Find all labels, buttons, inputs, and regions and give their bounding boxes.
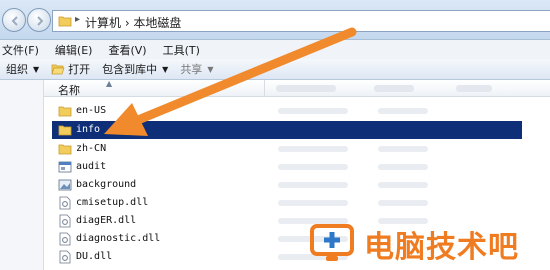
chevron-down-icon: ▼ [207,64,214,74]
chevron-down-icon: ▼ [33,64,40,74]
forward-button[interactable] [27,8,51,32]
folder-icon [58,144,72,155]
organize-label: 组织 [6,63,28,76]
monitor-plus-logo-icon [310,224,354,261]
file-name: zh-CN [76,143,107,154]
file-row[interactable]: audit [52,158,522,176]
file-type-blurred [378,182,428,188]
watermark: 电脑技术吧 [308,218,550,268]
file-name: diagER.dll [76,215,137,226]
file-name: background [76,179,137,190]
watermark-text: 电脑技术吧 [364,230,519,265]
column-size-blurred[interactable] [456,85,492,92]
file-name: info [76,124,101,135]
chevron-down-icon: ▼ [162,64,169,74]
file-type-blurred [378,164,428,170]
file-row[interactable]: en-US [52,102,522,120]
file-type-blurred [378,146,428,152]
navigation-pane[interactable] [0,80,44,270]
column-header: ▲ 名称 [44,79,550,98]
file-name: audit [76,161,107,172]
file-date-blurred [278,164,348,170]
organize-button[interactable]: 组织 ▼ [6,61,39,77]
open-label: 打开 [68,63,91,76]
menu-edit[interactable]: 编辑(E) [55,42,93,58]
file-name: diagnostic.dll [76,233,161,244]
column-date-blurred[interactable] [276,85,336,92]
file-date-blurred [278,200,348,206]
share-label: 共享 [180,63,203,76]
file-type-blurred [378,200,428,206]
breadcrumb-chevron-icon[interactable]: ▸ [75,14,80,25]
open-folder-icon [51,64,65,75]
address-field[interactable]: ▸ 计算机 › 本地磁盘 [52,10,550,32]
menu-tools[interactable]: 工具(T) [163,42,200,58]
breadcrumb[interactable]: 计算机 › 本地磁盘 [85,14,181,31]
dll-file-icon [59,232,71,246]
file-row-selected[interactable]: info [52,121,522,139]
file-name: cmisetup.dll [76,197,149,208]
folder-icon [58,16,72,27]
dll-file-icon [59,250,71,264]
file-date-blurred [278,146,348,152]
image-file-icon [58,179,72,191]
open-button[interactable]: 打开 [51,61,90,77]
dll-file-icon [59,214,71,228]
file-name: DU.dll [76,251,113,262]
forward-arrow-icon [37,16,44,26]
column-name[interactable]: 名称 [58,82,80,98]
menu-file[interactable]: 文件(F) [2,42,39,58]
include-in-library-button[interactable]: 包含到库中 ▼ [102,61,168,77]
menu-view[interactable]: 查看(V) [108,42,146,58]
dll-file-icon [59,196,71,210]
file-row[interactable]: background [52,176,522,194]
sort-up-icon: ▲ [106,79,113,88]
file-date-blurred [278,108,348,114]
command-toolbar: 组织 ▼ 打开 包含到库中 ▼ 共享 ▼ [0,59,550,80]
file-row[interactable]: zh-CN [52,140,522,158]
menu-bar: 文件(F) 编辑(E) 查看(V) 工具(T) [0,40,550,59]
file-type-blurred [378,108,428,114]
column-divider[interactable] [264,80,265,96]
folder-icon [58,106,72,117]
include-label: 包含到库中 [102,63,158,76]
share-button[interactable]: 共享 ▼ [180,61,213,77]
back-button[interactable] [2,8,26,32]
file-name: en-US [76,105,107,116]
address-bar: ▸ 计算机 › 本地磁盘 [0,0,550,40]
back-arrow-icon [11,16,18,26]
folder-icon [58,125,72,136]
column-type-blurred[interactable] [374,85,414,92]
file-date-blurred [278,182,348,188]
file-row[interactable]: cmisetup.dll [52,194,522,212]
app-icon [58,161,72,173]
